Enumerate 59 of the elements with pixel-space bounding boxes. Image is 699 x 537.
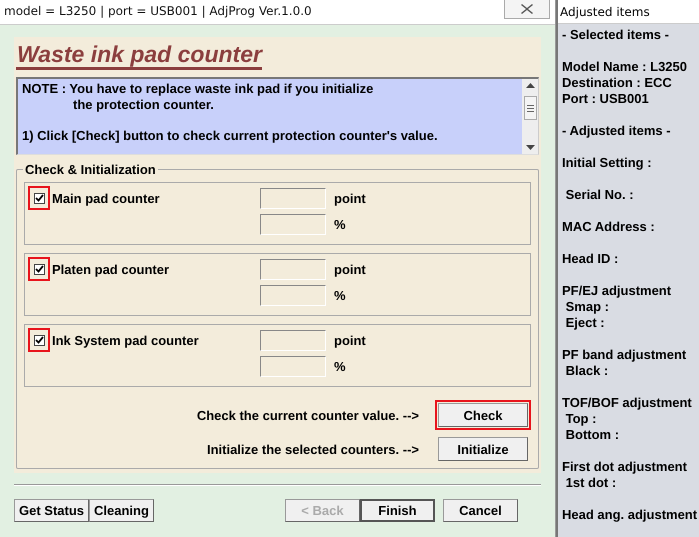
- action-hint: Check the current counter value. -->: [196, 408, 419, 422]
- item-text: Head ang. adjustment: [562, 507, 698, 523]
- value-field[interactable]: [260, 214, 326, 235]
- unit-label: %: [334, 359, 346, 374]
- page-heading: Waste ink pad counter: [16, 41, 262, 70]
- value-field[interactable]: [260, 330, 326, 351]
- item-text: Destination : ECC: [562, 75, 673, 91]
- item-text: PF/EJ adjustment: [562, 283, 672, 299]
- item-text: Eject :: [564, 315, 606, 331]
- item-text: Bottom :: [564, 427, 620, 443]
- unit-label: %: [334, 288, 346, 303]
- action-button[interactable]: Initialize: [438, 437, 528, 461]
- checkbox[interactable]: [34, 334, 44, 346]
- note-text: the protection counter.: [72, 97, 215, 113]
- item-text: Head ID :: [562, 251, 620, 267]
- item-text: Top :: [564, 411, 598, 427]
- item-text: Black :: [564, 363, 610, 379]
- item-text: - Adjusted items -: [562, 123, 672, 139]
- unit-label: point: [334, 191, 366, 206]
- scroll-up-icon[interactable]: [526, 83, 534, 88]
- note-text: NOTE : You have to replace waste ink pad if you initialize: [22, 81, 374, 97]
- unit-label: %: [334, 217, 346, 232]
- note-text: 1) Click [Check] button to check current protection counter's value.: [22, 128, 439, 144]
- counter-label: Platen pad counter: [52, 262, 170, 277]
- action-hint: Initialize the selected counters. -->: [206, 442, 419, 456]
- item-text: MAC Address :: [562, 219, 656, 235]
- checkbox[interactable]: [34, 264, 44, 274]
- value-field[interactable]: [260, 285, 326, 306]
- item-text: Initial Setting :: [562, 155, 653, 171]
- scrollbar[interactable]: [522, 79, 538, 154]
- unit-label: point: [334, 333, 366, 348]
- item-text: First dot adjustment: [562, 459, 688, 475]
- value-field[interactable]: [260, 259, 326, 280]
- item-text: Port : USB001: [562, 91, 650, 107]
- scroll-down-icon[interactable]: [526, 145, 534, 150]
- window-title: model = L3250 | port = USB001 | AdjProg Ver.1.0.0: [3, 3, 312, 18]
- item-text: 1st dot :: [564, 475, 618, 491]
- dialog-button[interactable]: Finish: [360, 499, 435, 522]
- counter-label: Ink System pad counter: [52, 333, 199, 348]
- value-field[interactable]: [260, 356, 326, 377]
- unit-label: point: [334, 262, 366, 277]
- value-field[interactable]: [260, 188, 326, 209]
- action-button[interactable]: Check: [438, 403, 528, 427]
- item-text: Smap :: [564, 299, 610, 315]
- dialog-button[interactable]: Cancel: [442, 499, 518, 522]
- item-text: PF band adjustment: [562, 347, 688, 363]
- checkbox[interactable]: [34, 192, 44, 204]
- item-text: - Selected items -: [562, 27, 670, 43]
- item-text: Serial No. :: [564, 187, 635, 203]
- group-title: Check & Initialization: [23, 162, 158, 177]
- dialog-button[interactable]: Get Status: [14, 499, 90, 522]
- scroll-thumb[interactable]: [524, 96, 536, 120]
- dialog-button[interactable]: Cleaning: [89, 499, 154, 522]
- item-text: Model Name : L3250: [562, 59, 688, 75]
- counter-label: Main pad counter: [52, 191, 160, 206]
- close-icon: [521, 4, 533, 14]
- close-button[interactable]: [504, 0, 550, 19]
- panel-title: Adjusted items: [558, 0, 699, 24]
- item-text: TOF/BOF adjustment: [562, 395, 693, 411]
